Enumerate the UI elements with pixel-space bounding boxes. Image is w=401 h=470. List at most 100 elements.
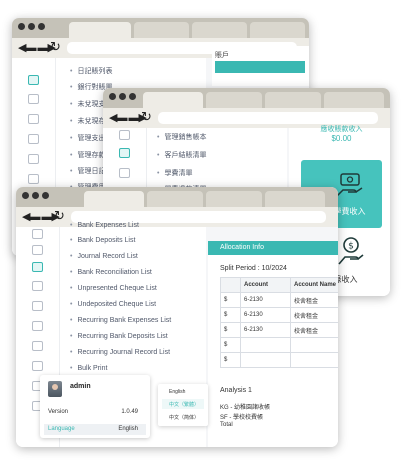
language-selector[interactable]: Language English	[44, 424, 146, 435]
menu-item[interactable]: Recurring Journal Record List	[70, 349, 170, 356]
maximize-dot-icon[interactable]	[129, 93, 136, 100]
sidebar-icon[interactable]	[119, 130, 130, 140]
sidebar-icon[interactable]	[32, 281, 43, 291]
money-hand-icon	[336, 173, 363, 197]
browser-tab[interactable]	[192, 22, 247, 38]
sidebar-icon[interactable]	[119, 168, 130, 178]
receivable-card[interactable]: 應收賬款收入 $0.00	[301, 126, 382, 156]
menu-item[interactable]: Unpresented Cheque List	[70, 285, 156, 292]
close-dot-icon[interactable]	[22, 192, 29, 199]
menu-item[interactable]: 管理銷售帳本	[157, 132, 206, 142]
menu-item[interactable]: 學費清單	[157, 168, 192, 178]
browser-tab[interactable]	[147, 191, 203, 207]
language-option-english[interactable]: English	[162, 387, 204, 397]
menu-item[interactable]: 管理存款	[70, 150, 105, 160]
version-label: Version	[48, 409, 69, 415]
menu-item[interactable]: 客戶結賬清單	[157, 150, 206, 160]
menu-item[interactable]: 管理支出	[70, 133, 105, 143]
sidebar-icon[interactable]	[32, 301, 43, 311]
analysis-item: SF - 學校校費帳	[220, 415, 263, 421]
browser-tab[interactable]	[250, 22, 305, 38]
sidebar-icon[interactable]	[32, 321, 43, 331]
account-field[interactable]	[215, 61, 305, 73]
table-row[interactable]: $ 6-2130 校舍租金	[220, 292, 338, 308]
account-name-cell[interactable]	[290, 352, 338, 368]
reload-icon[interactable]: ↻	[54, 208, 65, 224]
account-name-cell[interactable]: 校舍租金	[290, 292, 338, 308]
sidebar-icon[interactable]	[32, 262, 43, 272]
sidebar-icon[interactable]	[28, 174, 39, 184]
account-name-cell[interactable]: 校舍租金	[290, 322, 338, 338]
minimize-dot-icon[interactable]	[32, 192, 39, 199]
minimize-dot-icon[interactable]	[119, 93, 126, 100]
browser-tab[interactable]	[265, 92, 321, 108]
account-cell[interactable]: 6-2130	[240, 307, 291, 323]
language-value: English	[118, 426, 138, 432]
menu-item[interactable]: 管理日記	[70, 166, 105, 176]
sidebar-icon[interactable]	[28, 154, 39, 164]
window-controls	[18, 23, 45, 30]
reload-icon[interactable]: ↻	[50, 39, 61, 55]
allocation-header: Allocation Info	[208, 241, 338, 255]
sidebar-icon[interactable]	[32, 229, 43, 239]
svg-text:$: $	[348, 242, 354, 252]
back-arrow-icon[interactable]: ◀▬	[109, 111, 127, 124]
table-row[interactable]: $ 6-2130 校舍租金	[220, 307, 338, 323]
table-header-row: Account Account Name	[220, 277, 338, 293]
browser-tab[interactable]	[69, 22, 131, 38]
sidebar-icon[interactable]	[28, 114, 39, 124]
minimize-dot-icon[interactable]	[28, 23, 35, 30]
sidebar-icon[interactable]	[28, 134, 39, 144]
address-bar[interactable]	[158, 112, 378, 124]
sidebar-icon[interactable]	[119, 148, 130, 158]
sidebar-icon[interactable]	[28, 75, 39, 85]
language-option-simplified-chinese[interactable]: 中文（简体）	[162, 412, 204, 422]
sidebar-icon[interactable]	[32, 361, 43, 371]
menu-item[interactable]: Undeposited Cheque List	[70, 301, 156, 308]
menu-item[interactable]: 日記賬列表	[70, 66, 112, 76]
browser-tab[interactable]	[324, 92, 384, 108]
browser-tab[interactable]	[84, 191, 144, 207]
close-dot-icon[interactable]	[109, 93, 116, 100]
split-period: Split Period : 10/2024	[220, 265, 287, 272]
account-name-cell[interactable]: 校舍租金	[290, 307, 338, 323]
language-option-traditional-chinese[interactable]: 中文（繁體）	[162, 399, 204, 409]
sidebar-icon[interactable]	[32, 341, 43, 351]
browser-tab[interactable]	[206, 191, 262, 207]
maximize-dot-icon[interactable]	[38, 23, 45, 30]
avatar[interactable]	[48, 381, 62, 397]
menu-item[interactable]: Bank Deposits List	[70, 237, 135, 244]
sidebar-icon[interactable]	[32, 245, 43, 255]
menu-item[interactable]: Recurring Bank Deposits List	[70, 333, 167, 340]
browser-tab[interactable]	[134, 22, 189, 38]
menu-item[interactable]: Bank Expenses List	[70, 222, 138, 229]
back-arrow-icon[interactable]: ◀▬	[18, 41, 36, 54]
browser-tab[interactable]	[206, 92, 262, 108]
allocation-table: Account Account Name $ 6-2130 校舍租金 $ 6-2…	[220, 277, 338, 368]
table-row[interactable]: $	[220, 337, 338, 353]
window-controls	[109, 93, 136, 100]
menu-item[interactable]: Recurring Bank Expenses List	[70, 317, 171, 324]
menu-item[interactable]: Bulk Print	[70, 365, 107, 372]
account-cell[interactable]: 6-2130	[240, 292, 291, 308]
account-cell[interactable]	[240, 352, 291, 368]
account-cell[interactable]	[240, 337, 291, 353]
sidebar-icon[interactable]	[28, 94, 39, 104]
username: admin	[70, 383, 91, 390]
table-row[interactable]: $ 6-2130 校舍租金	[220, 322, 338, 338]
column-header: Account	[240, 277, 291, 293]
account-cell[interactable]: 6-2130	[240, 322, 291, 338]
row-marker: $	[220, 322, 241, 338]
browser-chrome: ◀▬ ▬▶ ↻	[103, 88, 390, 128]
browser-chrome: ◀▬ ▬▶ ↻	[16, 187, 338, 227]
account-name-cell[interactable]	[290, 337, 338, 353]
reload-icon[interactable]: ↻	[141, 109, 152, 125]
table-row[interactable]: $	[220, 352, 338, 368]
menu-item[interactable]: Journal Record List	[70, 253, 137, 260]
maximize-dot-icon[interactable]	[42, 192, 49, 199]
browser-tab[interactable]	[143, 92, 203, 108]
close-dot-icon[interactable]	[18, 23, 25, 30]
menu-item[interactable]: Bank Reconciliation List	[70, 269, 151, 276]
browser-tab[interactable]	[265, 191, 325, 207]
back-arrow-icon[interactable]: ◀▬	[22, 210, 40, 223]
